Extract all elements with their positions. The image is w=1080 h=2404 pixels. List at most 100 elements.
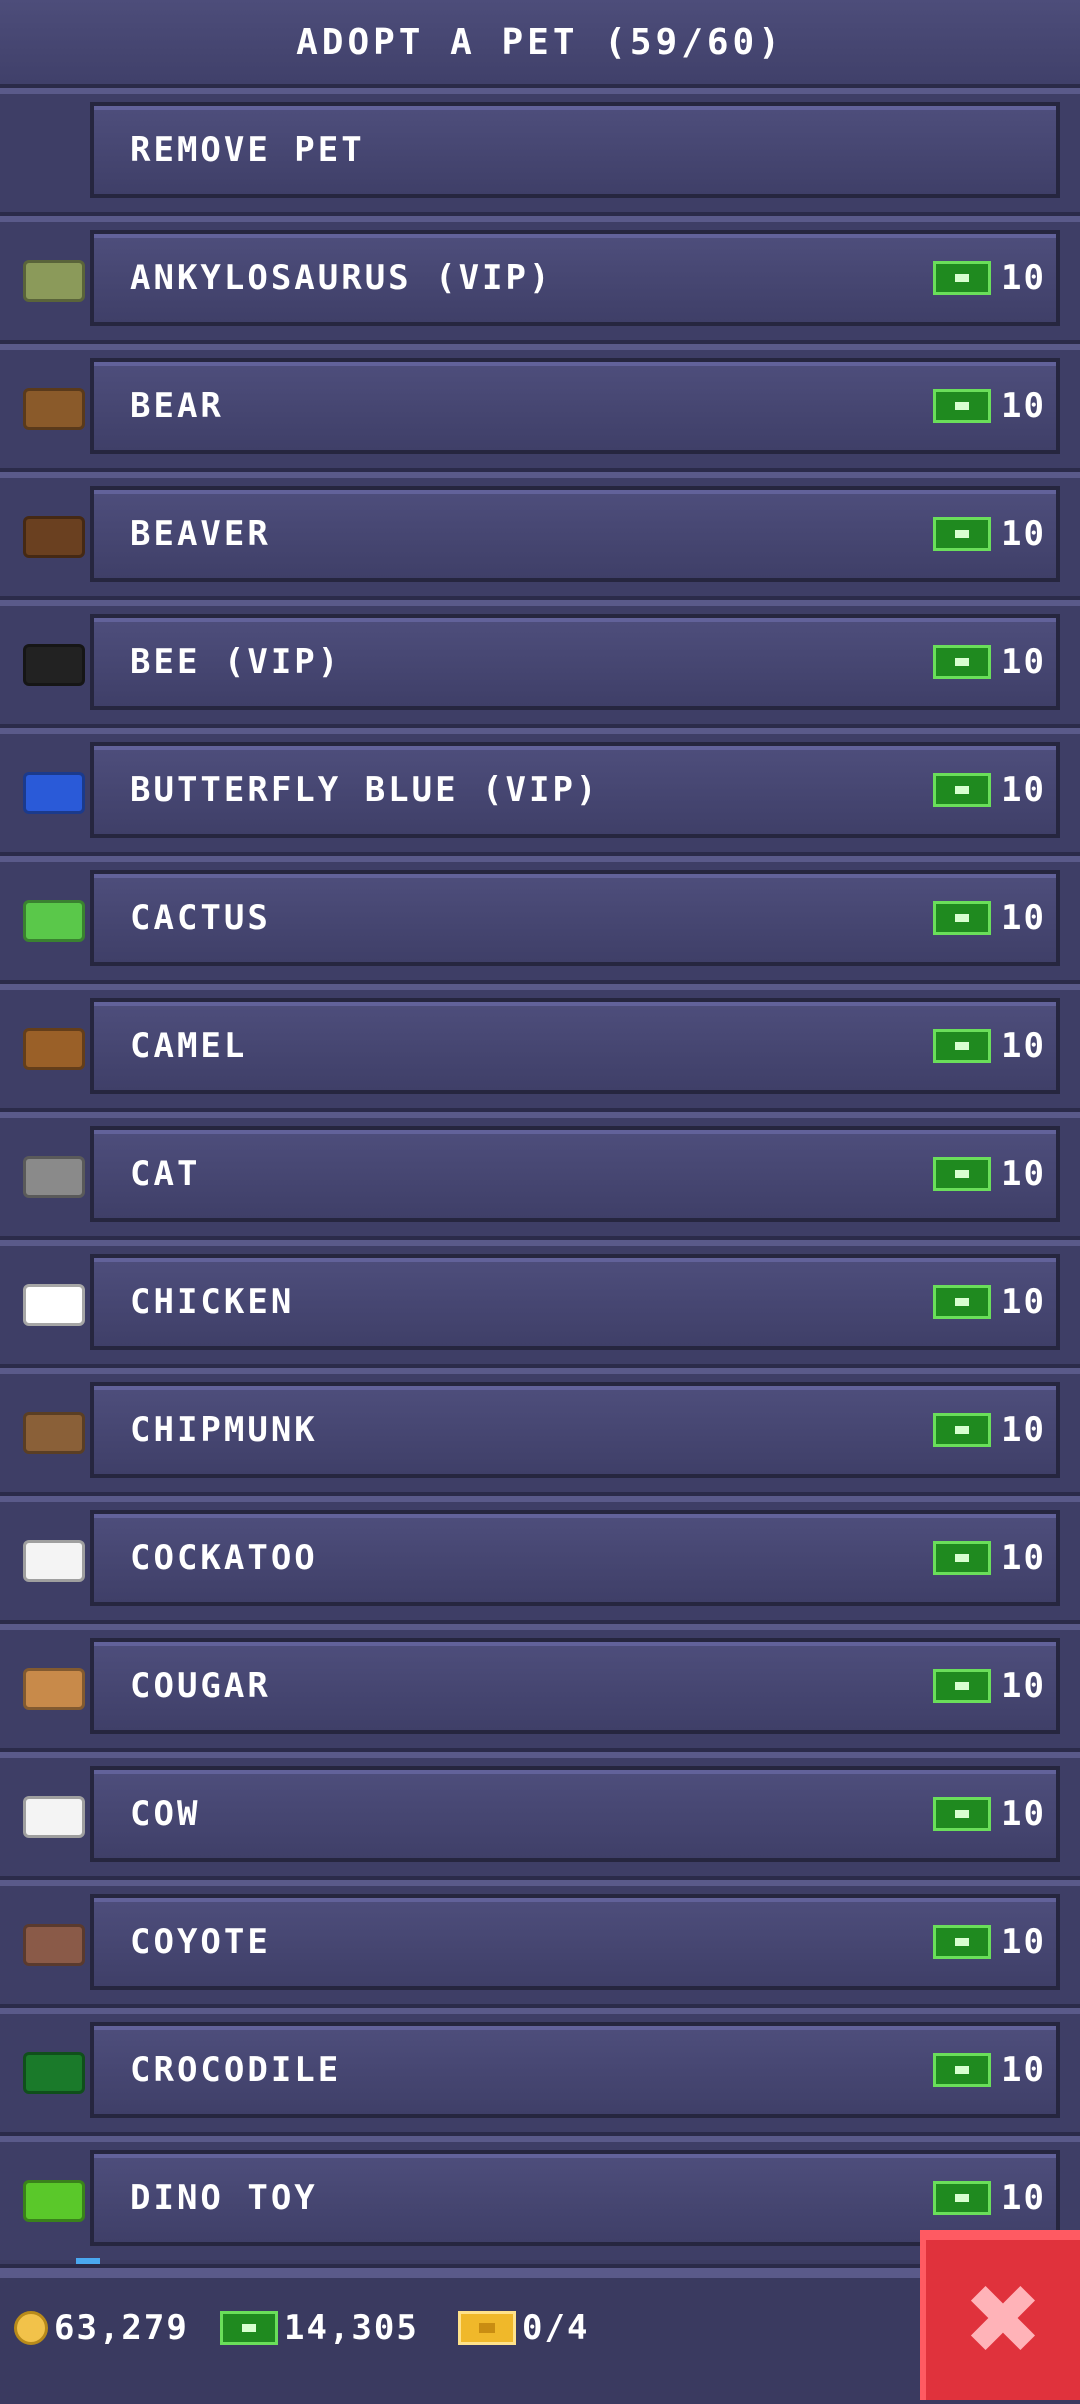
cougar-sprite bbox=[23, 1668, 85, 1710]
tickets-value: 0/4 bbox=[522, 2308, 590, 2348]
pet-row: BEAVER 10 bbox=[0, 472, 1080, 600]
close-button[interactable]: ✖ bbox=[920, 2230, 1080, 2400]
cat-icon bbox=[6, 1132, 102, 1222]
cash-icon bbox=[933, 1157, 992, 1191]
price-value: 10 bbox=[1001, 258, 1046, 298]
adopt-pet-button[interactable]: CAT 10 bbox=[90, 1126, 1060, 1222]
cash-icon bbox=[933, 1925, 992, 1959]
adopt-pet-button[interactable]: BEE (VIP) 10 bbox=[90, 614, 1060, 710]
remove-pet-row: REMOVE PET bbox=[0, 88, 1080, 216]
pet-row: BEE (VIP) 10 bbox=[0, 600, 1080, 728]
cockatoo-sprite bbox=[23, 1540, 85, 1582]
cash-icon bbox=[933, 1669, 992, 1703]
close-icon: ✖ bbox=[962, 2264, 1044, 2376]
pet-name: ANKYLOSAURUS (VIP) bbox=[130, 258, 553, 298]
ankylosaurus-icon bbox=[6, 236, 102, 326]
chicken-sprite bbox=[23, 1284, 85, 1326]
chipmunk-icon bbox=[6, 1388, 102, 1478]
pet-name: CAMEL bbox=[130, 1026, 248, 1066]
adopt-pet-button[interactable]: COUGAR 10 bbox=[90, 1638, 1060, 1734]
cow-sprite bbox=[23, 1796, 85, 1838]
cougar-icon bbox=[6, 1644, 102, 1734]
price-value: 10 bbox=[1001, 642, 1046, 682]
adopt-pet-button[interactable]: DINO TOY 10 bbox=[90, 2150, 1060, 2246]
beaver-sprite bbox=[23, 516, 85, 558]
cash-icon bbox=[933, 1797, 992, 1831]
bee-sprite bbox=[23, 644, 85, 686]
pet-list[interactable]: REMOVE PET ANKYLOSAURUS (VIP) 10 BEAR 10 BEA… bbox=[0, 88, 1080, 2260]
adopt-pet-button[interactable]: CACTUS 10 bbox=[90, 870, 1060, 966]
bee-icon bbox=[6, 620, 102, 710]
chipmunk-sprite bbox=[23, 1412, 85, 1454]
adopt-pet-button[interactable]: BEAR 10 bbox=[90, 358, 1060, 454]
pet-row: CAT 10 bbox=[0, 1112, 1080, 1240]
coin-icon bbox=[14, 2311, 48, 2345]
camel-sprite bbox=[23, 1028, 85, 1070]
dino-toy-sprite bbox=[23, 2180, 85, 2222]
remove-pet-button[interactable]: REMOVE PET bbox=[90, 102, 1060, 198]
price-value: 10 bbox=[1001, 898, 1046, 938]
pet-price: 10 bbox=[933, 1770, 1046, 1858]
pet-row: COCKATOO 10 bbox=[0, 1496, 1080, 1624]
pet-row: CAMEL 10 bbox=[0, 984, 1080, 1112]
pet-price: 10 bbox=[933, 2026, 1046, 2114]
price-value: 10 bbox=[1001, 1794, 1046, 1834]
pet-row: CHIPMUNK 10 bbox=[0, 1368, 1080, 1496]
price-value: 10 bbox=[1001, 514, 1046, 554]
cash-display: 14,305 bbox=[220, 2308, 419, 2348]
pet-row: BUTTERFLY BLUE (VIP) 10 bbox=[0, 728, 1080, 856]
price-value: 10 bbox=[1001, 2178, 1046, 2218]
pet-name: CROCODILE bbox=[130, 2050, 342, 2090]
ankylosaurus-sprite bbox=[23, 260, 85, 302]
chicken-icon bbox=[6, 1260, 102, 1350]
page-title: ADOPT A PET (59/60) bbox=[296, 21, 784, 63]
tickets-display: 0/4 bbox=[458, 2308, 589, 2348]
header: ADOPT A PET (59/60) bbox=[0, 0, 1080, 88]
pet-row: COW 10 bbox=[0, 1752, 1080, 1880]
pet-price: 10 bbox=[933, 2154, 1046, 2242]
adopt-pet-button[interactable]: CAMEL 10 bbox=[90, 998, 1060, 1094]
cash-icon bbox=[933, 1541, 992, 1575]
adopt-pet-button[interactable]: BEAVER 10 bbox=[90, 486, 1060, 582]
pet-name: COUGAR bbox=[130, 1666, 271, 1706]
price-value: 10 bbox=[1001, 1410, 1046, 1450]
cash-icon bbox=[220, 2311, 278, 2345]
cash-icon bbox=[933, 2181, 992, 2215]
cash-icon bbox=[933, 645, 992, 679]
adopt-pet-button[interactable]: COCKATOO 10 bbox=[90, 1510, 1060, 1606]
pet-price: 10 bbox=[933, 1130, 1046, 1218]
cash-icon bbox=[933, 2053, 992, 2087]
adopt-pet-button[interactable]: CHICKEN 10 bbox=[90, 1254, 1060, 1350]
adopt-pet-button[interactable]: BUTTERFLY BLUE (VIP) 10 bbox=[90, 742, 1060, 838]
pet-name: CACTUS bbox=[130, 898, 271, 938]
pet-name: BUTTERFLY BLUE (VIP) bbox=[130, 770, 600, 810]
cash-icon bbox=[933, 773, 992, 807]
cash-icon bbox=[933, 517, 992, 551]
cash-value: 14,305 bbox=[284, 2308, 419, 2348]
cash-icon bbox=[933, 1413, 992, 1447]
dino-toy-icon bbox=[6, 2156, 102, 2246]
cash-icon bbox=[933, 1029, 992, 1063]
remove-pet-label: REMOVE PET bbox=[130, 130, 365, 170]
adopt-pet-button[interactable]: COW 10 bbox=[90, 1766, 1060, 1862]
pet-price: 10 bbox=[933, 618, 1046, 706]
coyote-icon bbox=[6, 1900, 102, 1990]
adopt-pet-button[interactable]: CROCODILE 10 bbox=[90, 2022, 1060, 2118]
pet-price: 10 bbox=[933, 1386, 1046, 1474]
pet-price: 10 bbox=[933, 1514, 1046, 1602]
currency-bar: 63,279 14,305 0/4 bbox=[0, 2264, 1080, 2404]
cactus-icon bbox=[6, 876, 102, 966]
pet-row: COUGAR 10 bbox=[0, 1624, 1080, 1752]
butterfly-sprite bbox=[23, 772, 85, 814]
price-value: 10 bbox=[1001, 1154, 1046, 1194]
price-value: 10 bbox=[1001, 1922, 1046, 1962]
pet-price: 10 bbox=[933, 1258, 1046, 1346]
pet-name: DINO TOY bbox=[130, 2178, 318, 2218]
crocodile-icon bbox=[6, 2028, 102, 2118]
adopt-pet-button[interactable]: ANKYLOSAURUS (VIP) 10 bbox=[90, 230, 1060, 326]
pet-name: CHIPMUNK bbox=[130, 1410, 318, 1450]
adopt-pet-button[interactable]: CHIPMUNK 10 bbox=[90, 1382, 1060, 1478]
adopt-pet-button[interactable]: COYOTE 10 bbox=[90, 1894, 1060, 1990]
coyote-sprite bbox=[23, 1924, 85, 1966]
pet-row: DINO TOY 10 bbox=[0, 2136, 1080, 2260]
